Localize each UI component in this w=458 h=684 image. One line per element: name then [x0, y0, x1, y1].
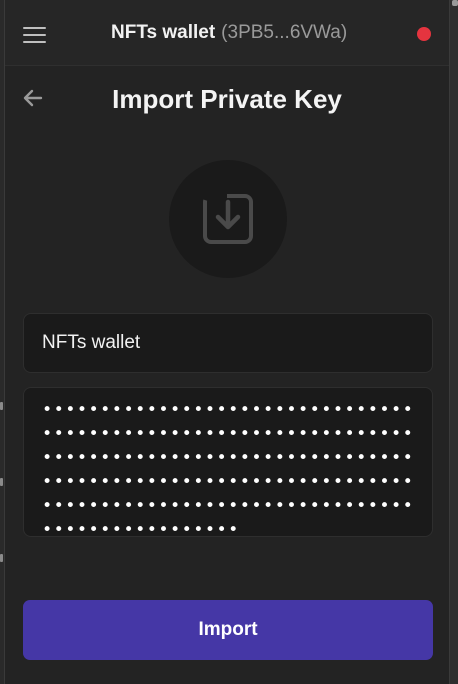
- import-button[interactable]: Import: [23, 600, 433, 660]
- edge-mark: [0, 478, 3, 486]
- wallet-title[interactable]: NFTs wallet (3PB5...6VWa): [111, 22, 347, 44]
- hamburger-menu-icon[interactable]: [21, 24, 49, 46]
- private-key-input[interactable]: ••••••••••••••••••••••••••••••••••••••••…: [23, 387, 433, 540]
- edge-mark: [452, 0, 458, 6]
- account-name-input[interactable]: [23, 313, 433, 373]
- import-download-icon: [169, 160, 287, 278]
- edge-mark: [0, 402, 3, 410]
- edge-mark: [0, 554, 3, 562]
- wallet-popup-window: NFTs wallet (3PB5...6VWa) Import Private …: [4, 0, 450, 684]
- background-edge-right: [450, 0, 458, 684]
- status-indicator-dot: [417, 27, 431, 41]
- header-bar: NFTs wallet (3PB5...6VWa): [5, 0, 449, 66]
- wallet-name: NFTs wallet: [111, 22, 216, 43]
- wallet-address: (3PB5...6VWa): [221, 22, 348, 43]
- page-title: Import Private Key: [112, 84, 342, 114]
- private-key-masked-value: ••••••••••••••••••••••••••••••••••••••••…: [42, 400, 415, 540]
